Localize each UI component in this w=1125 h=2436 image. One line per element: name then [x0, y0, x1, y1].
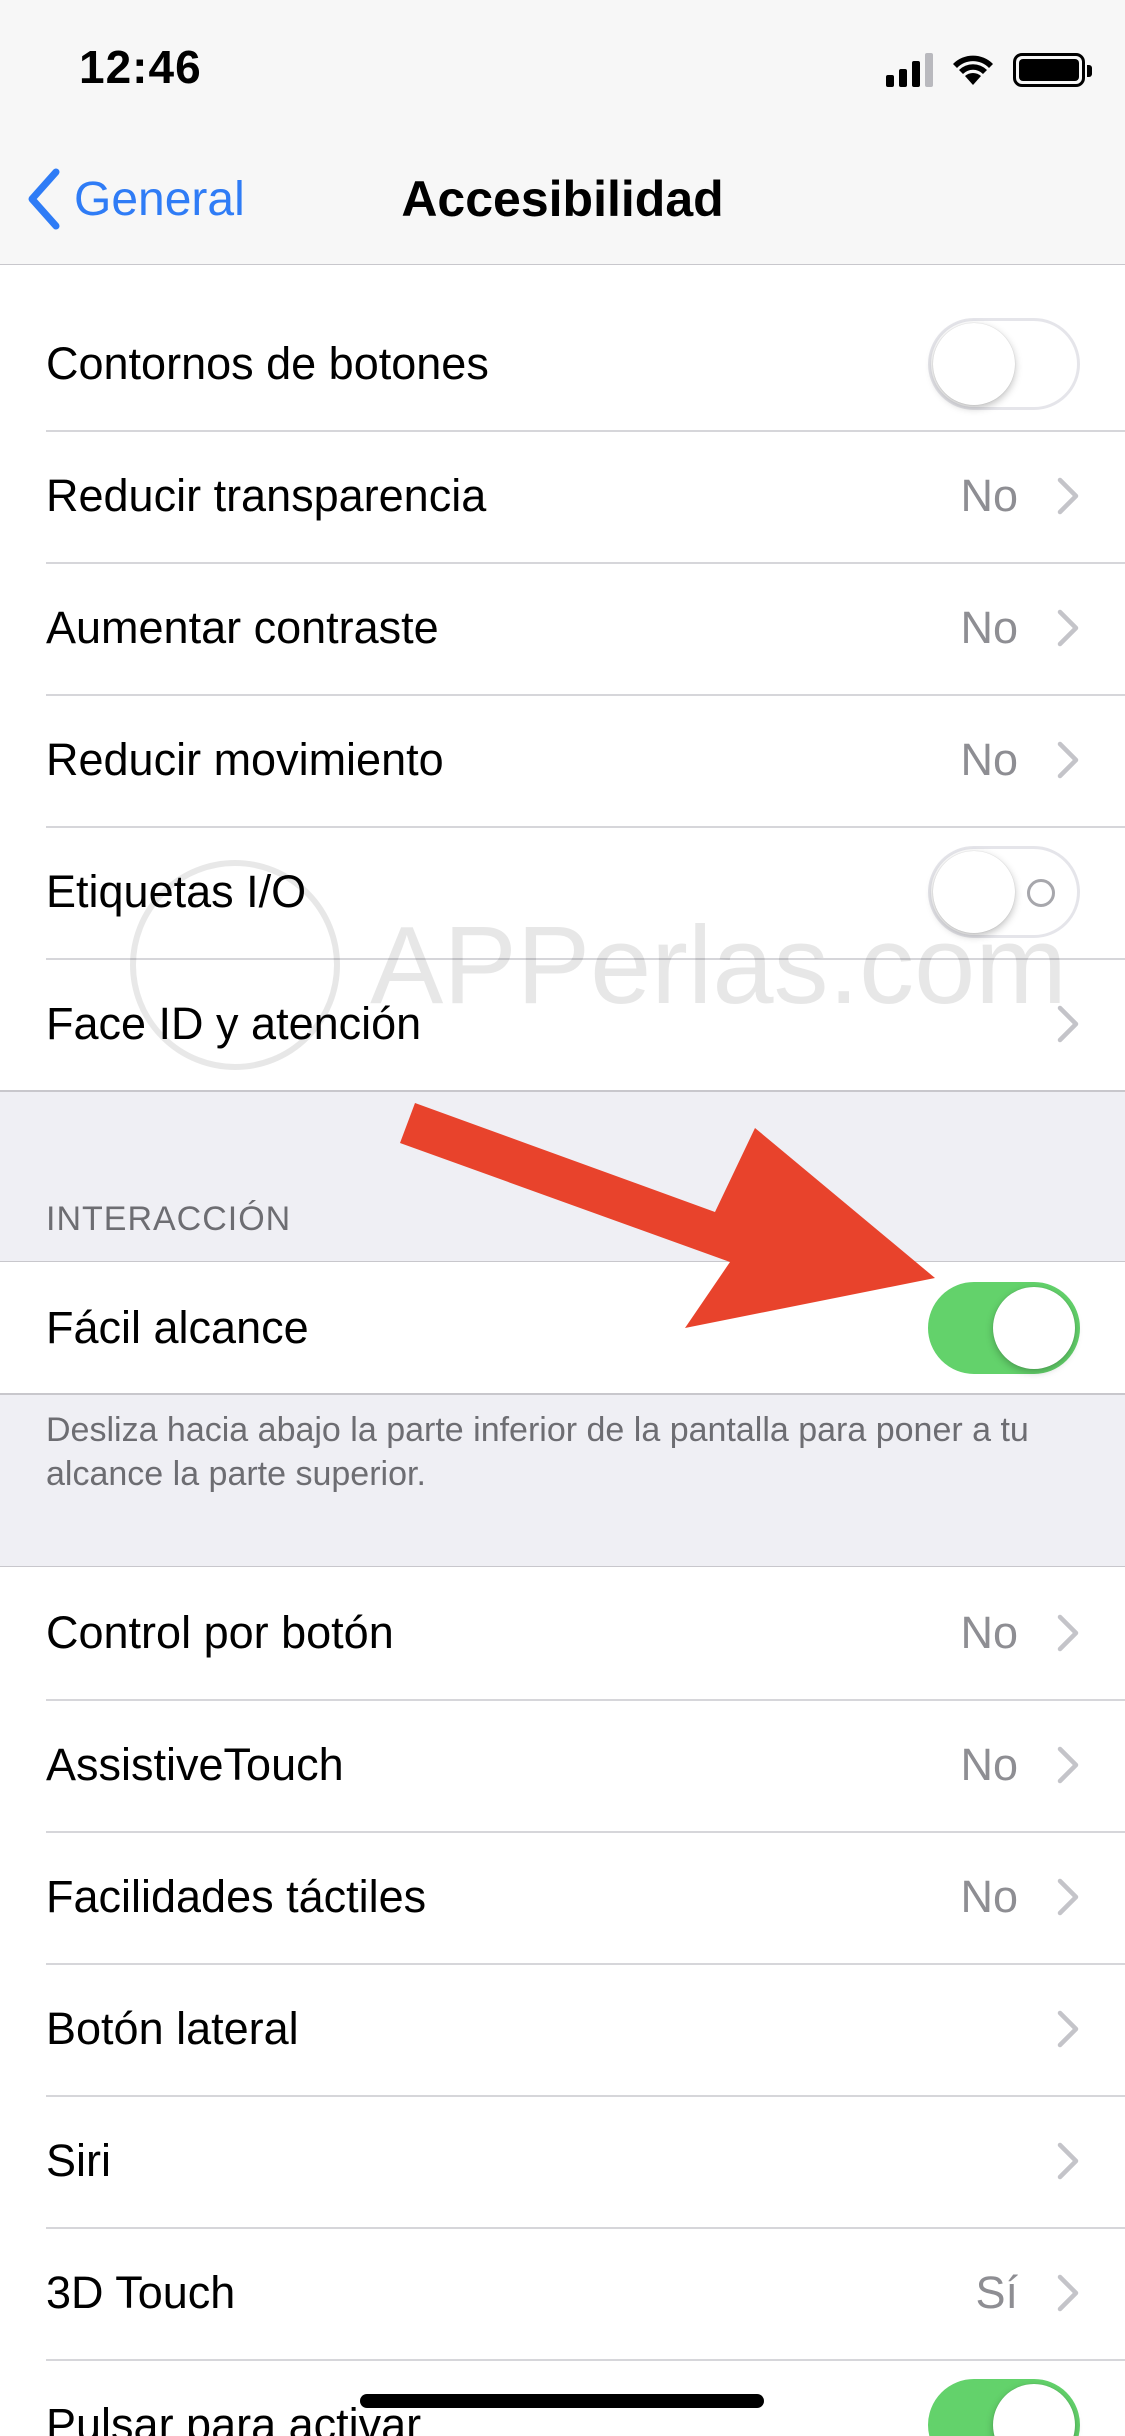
row-label: AssistiveTouch — [46, 1739, 344, 1790]
row-label: Botón lateral — [46, 2003, 299, 2054]
toggle-switch[interactable] — [928, 318, 1080, 410]
row-label: Control por botón — [46, 1607, 394, 1658]
off-label-icon — [1027, 879, 1055, 907]
settings-group-more: Control por botón No AssistiveTouch No F… — [0, 1567, 1125, 2436]
chevron-right-icon — [1057, 477, 1079, 515]
top-bar: 12:46 General Accesibilidad — [0, 0, 1125, 265]
row-3d-touch[interactable]: 3D Touch Sí — [0, 2227, 1125, 2359]
signal-icon — [886, 53, 933, 87]
row-label: 3D Touch — [46, 2267, 236, 2318]
chevron-right-icon — [1057, 1746, 1079, 1784]
row-label: Fácil alcance — [46, 1302, 309, 1353]
toggle-switch[interactable] — [928, 846, 1080, 938]
row-control-por-boton[interactable]: Control por botón No — [0, 1567, 1125, 1699]
section-footer: Desliza hacia abajo la parte inferior de… — [46, 1411, 1029, 1493]
row-label: Aumentar contraste — [46, 602, 439, 653]
row-siri[interactable]: Siri — [0, 2095, 1125, 2227]
row-facil-alcance[interactable]: Fácil alcance — [0, 1262, 1125, 1394]
settings-group-interaccion: Fácil alcance — [0, 1262, 1125, 1394]
row-face-id[interactable]: Face ID y atención — [0, 958, 1125, 1090]
chevron-right-icon — [1057, 2142, 1079, 2180]
chevron-right-icon — [1057, 741, 1079, 779]
screen: 12:46 General Accesibilidad Contornos de… — [0, 0, 1125, 2436]
row-label: Contornos de botones — [46, 338, 489, 389]
row-value: No — [960, 470, 1018, 521]
row-value: No — [960, 1739, 1018, 1790]
row-contornos-botones[interactable]: Contornos de botones — [0, 298, 1125, 430]
toggle-switch[interactable] — [928, 1282, 1080, 1374]
row-boton-lateral[interactable]: Botón lateral — [0, 1963, 1125, 2095]
section-header: INTERACCIÓN — [46, 1200, 292, 1238]
divider — [0, 1393, 1125, 1395]
page-title: Accesibilidad — [401, 171, 724, 227]
row-label: Etiquetas I/O — [46, 866, 307, 917]
row-value: No — [960, 602, 1018, 653]
row-value: No — [960, 734, 1018, 785]
row-value: No — [960, 1871, 1018, 1922]
settings-group-display: Contornos de botones Reducir transparenc… — [0, 298, 1125, 1090]
chevron-right-icon — [1057, 609, 1079, 647]
row-assistivetouch[interactable]: AssistiveTouch No — [0, 1699, 1125, 1831]
chevron-right-icon — [1057, 1005, 1079, 1043]
home-indicator[interactable] — [360, 2394, 764, 2408]
chevron-right-icon — [1057, 2274, 1079, 2312]
row-label: Reducir transparencia — [46, 470, 487, 521]
row-label: Face ID y atención — [46, 998, 422, 1049]
battery-icon — [1013, 53, 1092, 87]
chevron-right-icon — [1057, 1878, 1079, 1916]
row-label: Reducir movimiento — [46, 734, 444, 785]
toggle-switch[interactable] — [928, 2379, 1080, 2436]
row-value: No — [960, 1607, 1018, 1658]
row-reducir-movimiento[interactable]: Reducir movimiento No — [0, 694, 1125, 826]
status-time: 12:46 — [79, 41, 202, 93]
row-etiquetas-io[interactable]: Etiquetas I/O — [0, 826, 1125, 958]
row-value: Sí — [975, 2267, 1018, 2318]
row-facilidades-tactiles[interactable]: Facilidades táctiles No — [0, 1831, 1125, 1963]
row-label: Facilidades táctiles — [46, 1871, 427, 1922]
chevron-right-icon — [1057, 2010, 1079, 2048]
status-icons — [886, 50, 1092, 90]
row-aumentar-contraste[interactable]: Aumentar contraste No — [0, 562, 1125, 694]
row-reducir-transparencia[interactable]: Reducir transparencia No — [0, 430, 1125, 562]
wifi-icon — [953, 55, 993, 85]
row-label: Siri — [46, 2135, 111, 2186]
divider — [0, 1090, 1125, 1092]
chevron-right-icon — [1057, 1614, 1079, 1652]
